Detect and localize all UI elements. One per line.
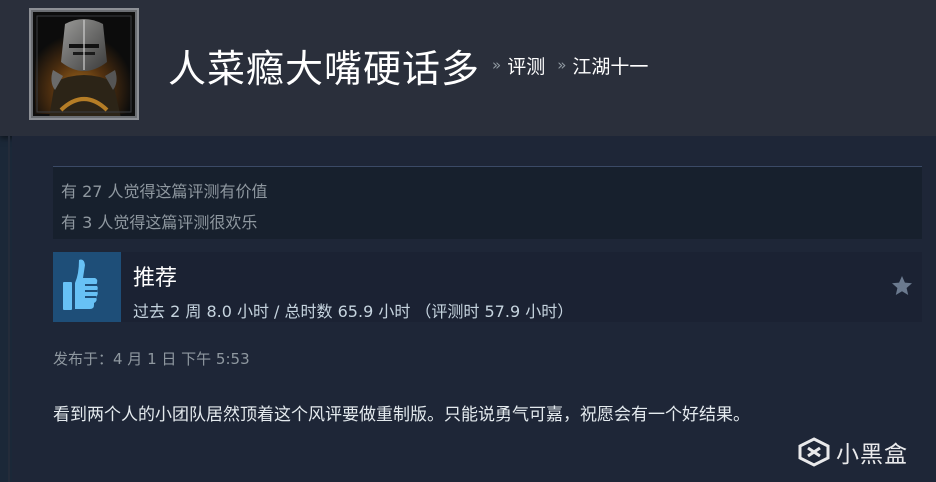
watermark: 小黑盒 <box>796 435 908 469</box>
recommendation-box: 推荐 过去 2 周 8.0 小时 / 总时数 65.9 小时 （评测时 57.9… <box>53 252 922 322</box>
posted-date: 发布于：4 月 1 日 下午 5:53 <box>53 350 250 368</box>
breadcrumb-game-link[interactable]: 江湖十一 <box>572 52 648 79</box>
watermark-label: 小黑盒 <box>836 442 908 468</box>
left-divider <box>8 136 10 482</box>
thumbs-up-icon <box>53 252 121 322</box>
breadcrumb: 人菜瘾大嘴硬话多 » 评测 » 江湖十一 <box>168 38 648 93</box>
breadcrumb-separator: » <box>492 56 502 74</box>
knight-avatar-image <box>31 10 137 118</box>
xiaoheihe-logo-icon <box>798 437 830 467</box>
persona-name[interactable]: 人菜瘾大嘴硬话多 <box>168 38 480 93</box>
avatar[interactable] <box>29 8 139 120</box>
playtime-hours: 过去 2 周 8.0 小时 / 总时数 65.9 小时 （评测时 57.9 小时… <box>133 302 574 321</box>
breadcrumb-reviews-link[interactable]: 评测 <box>507 52 545 79</box>
profile-header: 人菜瘾大嘴硬话多 » 评测 » 江湖十一 <box>0 0 936 136</box>
star-icon[interactable] <box>890 274 914 298</box>
helpful-count: 有 27 人觉得这篇评测有价值 <box>61 182 268 201</box>
review-text: 看到两个人的小团队居然顶着这个风评要做重制版。只能说勇气可嘉，祝愿会有一个好结果… <box>53 405 750 425</box>
breadcrumb-separator: » <box>557 56 567 74</box>
recommendation-label: 推荐 <box>133 266 178 291</box>
funny-count: 有 3 人觉得这篇评测很欢乐 <box>61 213 258 232</box>
helpful-summary-box: 有 27 人觉得这篇评测有价值 有 3 人觉得这篇评测很欢乐 <box>53 166 922 239</box>
